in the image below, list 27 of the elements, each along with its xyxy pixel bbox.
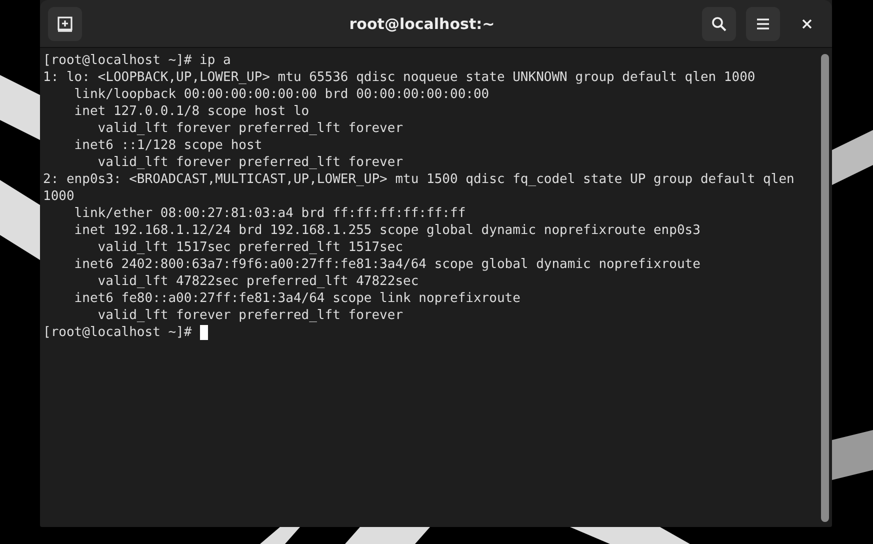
terminal-line: valid_lft 1517sec preferred_lft 1517sec [96,239,404,256]
terminal-line: inet 192.168.1.12/24 brd 192.168.1.255 scope global dynamic noprefixroute enp0s3 [73,222,702,239]
terminal-line: inet6 2402:800:63a7:f9f6:a00:27ff:fe81:3a4/64 scope global dynamic noprefixroute [73,256,702,273]
search-button[interactable] [702,6,736,40]
new-tab-button[interactable] [48,6,82,40]
terminal-line: valid_lft forever preferred_lft forever [96,120,404,137]
menu-icon [756,18,770,30]
terminal-line: [root@localhost ~]# ip a [43,52,232,69]
text-cursor [200,325,208,340]
terminal-line: valid_lft 47822sec preferred_lft 47822sec [96,273,420,290]
terminal-line: 1: lo: <LOOPBACK,UP,LOWER_UP> mtu 65536 qdisc noqueue state UNKNOWN group default qlen 1000 [43,69,756,86]
terminal-line: inet 127.0.0.1/8 scope host lo [73,103,310,120]
terminal-line: link/loopback 00:00:00:00:00:00 brd 00:00:00:00:00:00 [73,86,490,103]
terminal-line: 2: enp0s3: <BROADCAST,MULTICAST,UP,LOWER_UP> mtu 1500 qdisc fq_codel state UP group default qlen [43,171,796,188]
shell-prompt: [root@localhost ~]# [43,324,192,341]
new-tab-icon [57,16,73,32]
close-icon [801,18,813,30]
menu-button[interactable] [746,6,780,40]
terminal-line: inet6 fe80::a00:27ff:fe81:3a4/64 scope link noprefixroute [73,290,522,307]
terminal-line: valid_lft forever preferred_lft forever [96,307,404,324]
terminal-line: valid_lft forever preferred_lft forever [96,154,404,171]
window-title: root@localhost:~ [348,14,496,32]
terminal-line: inet6 ::1/128 scope host [73,137,264,154]
scrollbar[interactable] [821,54,829,522]
terminal-line: link/ether 08:00:27:81:03:a4 brd ff:ff:ff:ff:ff:ff [73,205,467,222]
search-icon [711,16,727,32]
terminal-line: 1000 [43,188,76,205]
